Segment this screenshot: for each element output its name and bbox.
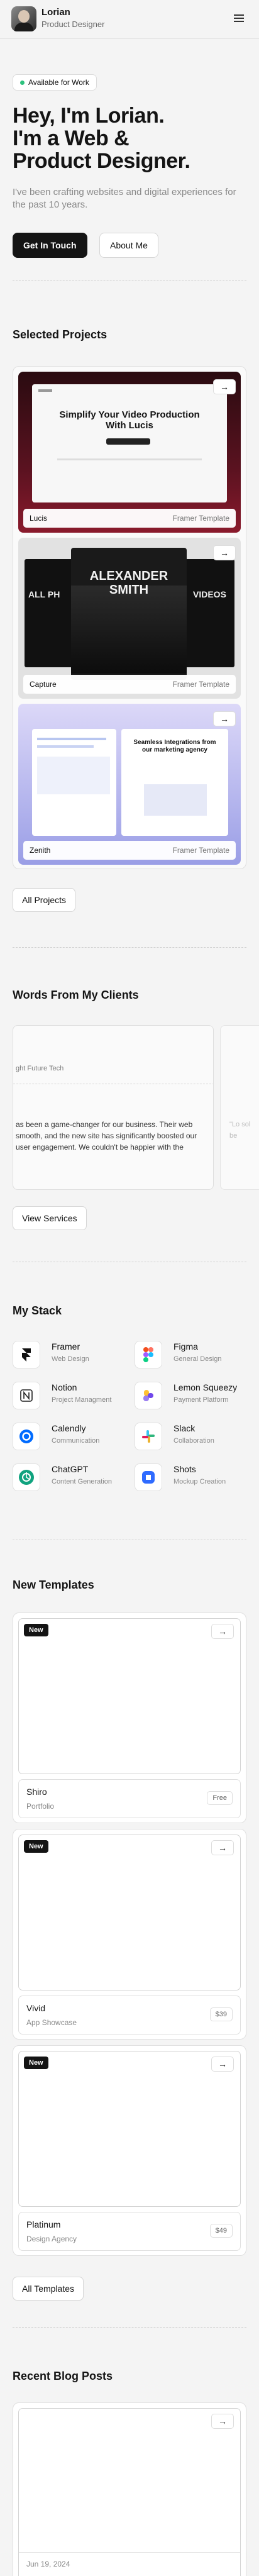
brand-role: Product Designer (41, 19, 105, 29)
divider (13, 947, 246, 948)
view-services-button[interactable]: View Services (13, 1206, 87, 1230)
availability-label: Available for Work (28, 78, 89, 87)
blog-card[interactable]: → Jun 19, 2024 (13, 2402, 246, 2576)
stack-item-notion[interactable]: Notion Project Managment (13, 1379, 126, 1411)
stack-item-chatgpt[interactable]: ChatGPT Content Generation (13, 1461, 126, 1492)
new-badge: New (24, 1840, 48, 1853)
hamburger-icon[interactable] (234, 13, 246, 24)
project-card-capture[interactable]: ALL PH VIDEOS ALEXANDER SMITH → Capture … (18, 538, 241, 699)
shots-icon (135, 1463, 162, 1491)
projects-list: Simplify Your Video Production With Luci… (13, 366, 246, 869)
project-footer: Capture Framer Template (23, 675, 236, 694)
brand-name[interactable]: Lorian (41, 7, 70, 18)
project-name: Capture (30, 680, 57, 689)
template-price: Free (207, 1791, 233, 1805)
new-badge: New (24, 2057, 48, 2069)
template-preview: New → (18, 2051, 241, 2207)
arrow-right-icon[interactable]: → (211, 1840, 234, 1855)
template-card-platinum[interactable]: New → Platinum Design Agency $49 (13, 2045, 246, 2256)
project-footer: Lucis Framer Template (23, 509, 236, 528)
project-preview: ALEXANDER SMITH (71, 548, 187, 680)
project-preview: Seamless Integrations from our marketing… (121, 729, 228, 836)
availability-badge: Available for Work (13, 74, 97, 91)
about-me-button[interactable]: About Me (99, 233, 158, 258)
notion-icon (13, 1382, 40, 1409)
template-name: Platinum (26, 2219, 61, 2229)
site-header: Lorian Product Designer (0, 0, 259, 39)
arrow-right-icon[interactable]: → (213, 379, 236, 394)
arrow-right-icon[interactable]: → (213, 711, 236, 726)
hero-line-2: I'm a Web & (13, 126, 130, 150)
stack-item-lemon-squeezy[interactable]: Lemon Squeezy Payment Platform (135, 1379, 248, 1411)
stack-item-shots[interactable]: Shots Mockup Creation (135, 1461, 248, 1492)
stack-item-framer[interactable]: Framer Web Design (13, 1338, 126, 1370)
template-info: Shiro Portfolio Free (18, 1779, 241, 1818)
project-name: Lucis (30, 514, 48, 523)
project-type: Framer Template (172, 846, 229, 855)
template-name: Vivid (26, 2003, 46, 2013)
testimonial-quote: "Lo sol be (229, 1121, 251, 1140)
get-in-touch-button[interactable]: Get In Touch (13, 233, 87, 258)
project-headline: Simplify Your Video Production With Luci… (59, 409, 200, 431)
project-preview: Simplify Your Video Production With Luci… (32, 384, 227, 502)
figma-icon (135, 1341, 162, 1368)
all-projects-button[interactable]: All Projects (13, 888, 76, 912)
blog-date: Jun 19, 2024 (26, 2560, 70, 2568)
stack-item-slack[interactable]: Slack Collaboration (135, 1420, 248, 1452)
project-type: Framer Template (172, 514, 229, 523)
template-category: App Showcase (26, 2018, 77, 2027)
blog-preview: → Jun 19, 2024 (18, 2408, 241, 2576)
slack-icon (135, 1423, 162, 1450)
arrow-right-icon[interactable]: → (213, 545, 236, 560)
template-category: Design Agency (26, 2235, 77, 2243)
projects-title: Selected Projects (13, 328, 107, 341)
template-info: Platinum Design Agency $49 (18, 2212, 241, 2251)
stack-item-figma[interactable]: Figma General Design (135, 1338, 248, 1370)
hero-subtitle: I've been crafting websites and digital … (13, 187, 236, 210)
hero-line-3: Product Designer. (13, 149, 190, 173)
project-footer: Zenith Framer Template (23, 841, 236, 860)
testimonials-title: Words From My Clients (13, 989, 139, 1001)
divider (13, 2327, 246, 2328)
arrow-right-icon[interactable]: → (211, 2414, 234, 2429)
hero-line-1: Hey, I'm Lorian. (13, 104, 165, 128)
stack-item-calendly[interactable]: Calendly Communication (13, 1420, 126, 1452)
blog-title: Recent Blog Posts (13, 2370, 113, 2382)
project-card-zenith[interactable]: Seamless Integrations from our marketing… (18, 704, 241, 865)
testimonial-quote: as been a game-changer for our business.… (16, 1120, 197, 1152)
template-price: $39 (209, 2007, 233, 2021)
project-headline: Seamless Integrations from our marketing… (133, 739, 216, 753)
template-preview: New → (18, 1618, 241, 1774)
avatar[interactable] (11, 6, 36, 31)
template-card-vivid[interactable]: New → Vivid App Showcase $39 (13, 1829, 246, 2040)
template-name: Shiro (26, 1787, 47, 1797)
project-card-lucis[interactable]: Simplify Your Video Production With Luci… (18, 372, 241, 533)
template-category: Portfolio (26, 1802, 55, 1811)
project-headline: ALEXANDER SMITH (89, 569, 168, 597)
calendly-icon (13, 1423, 40, 1450)
template-preview: New → (18, 1835, 241, 1990)
template-card-shiro[interactable]: New → Shiro Portfolio Free (13, 1613, 246, 1823)
hero-heading: Hey, I'm Lorian. I'm a Web & Product Des… (13, 104, 251, 172)
template-price: $49 (209, 2224, 233, 2238)
all-templates-button[interactable]: All Templates (13, 2277, 84, 2301)
arrow-right-icon[interactable]: → (211, 2057, 234, 2072)
status-dot-icon (20, 80, 25, 85)
stack-title: My Stack (13, 1304, 62, 1317)
arrow-right-icon[interactable]: → (211, 1624, 234, 1639)
client-company: ght Future Tech (16, 1065, 64, 1072)
testimonial-card-next[interactable]: "Lo sol be (220, 1025, 259, 1190)
framer-icon (13, 1341, 40, 1368)
lemon-squeezy-icon (135, 1382, 162, 1409)
project-type: Framer Template (172, 680, 229, 689)
templates-title: New Templates (13, 1579, 94, 1591)
template-info: Vivid App Showcase $39 (18, 1996, 241, 2035)
testimonial-card[interactable]: ght Future Tech as been a game-changer f… (13, 1025, 214, 1190)
new-badge: New (24, 1624, 48, 1636)
chatgpt-icon (13, 1463, 40, 1491)
project-name: Zenith (30, 846, 51, 855)
divider (13, 280, 246, 281)
